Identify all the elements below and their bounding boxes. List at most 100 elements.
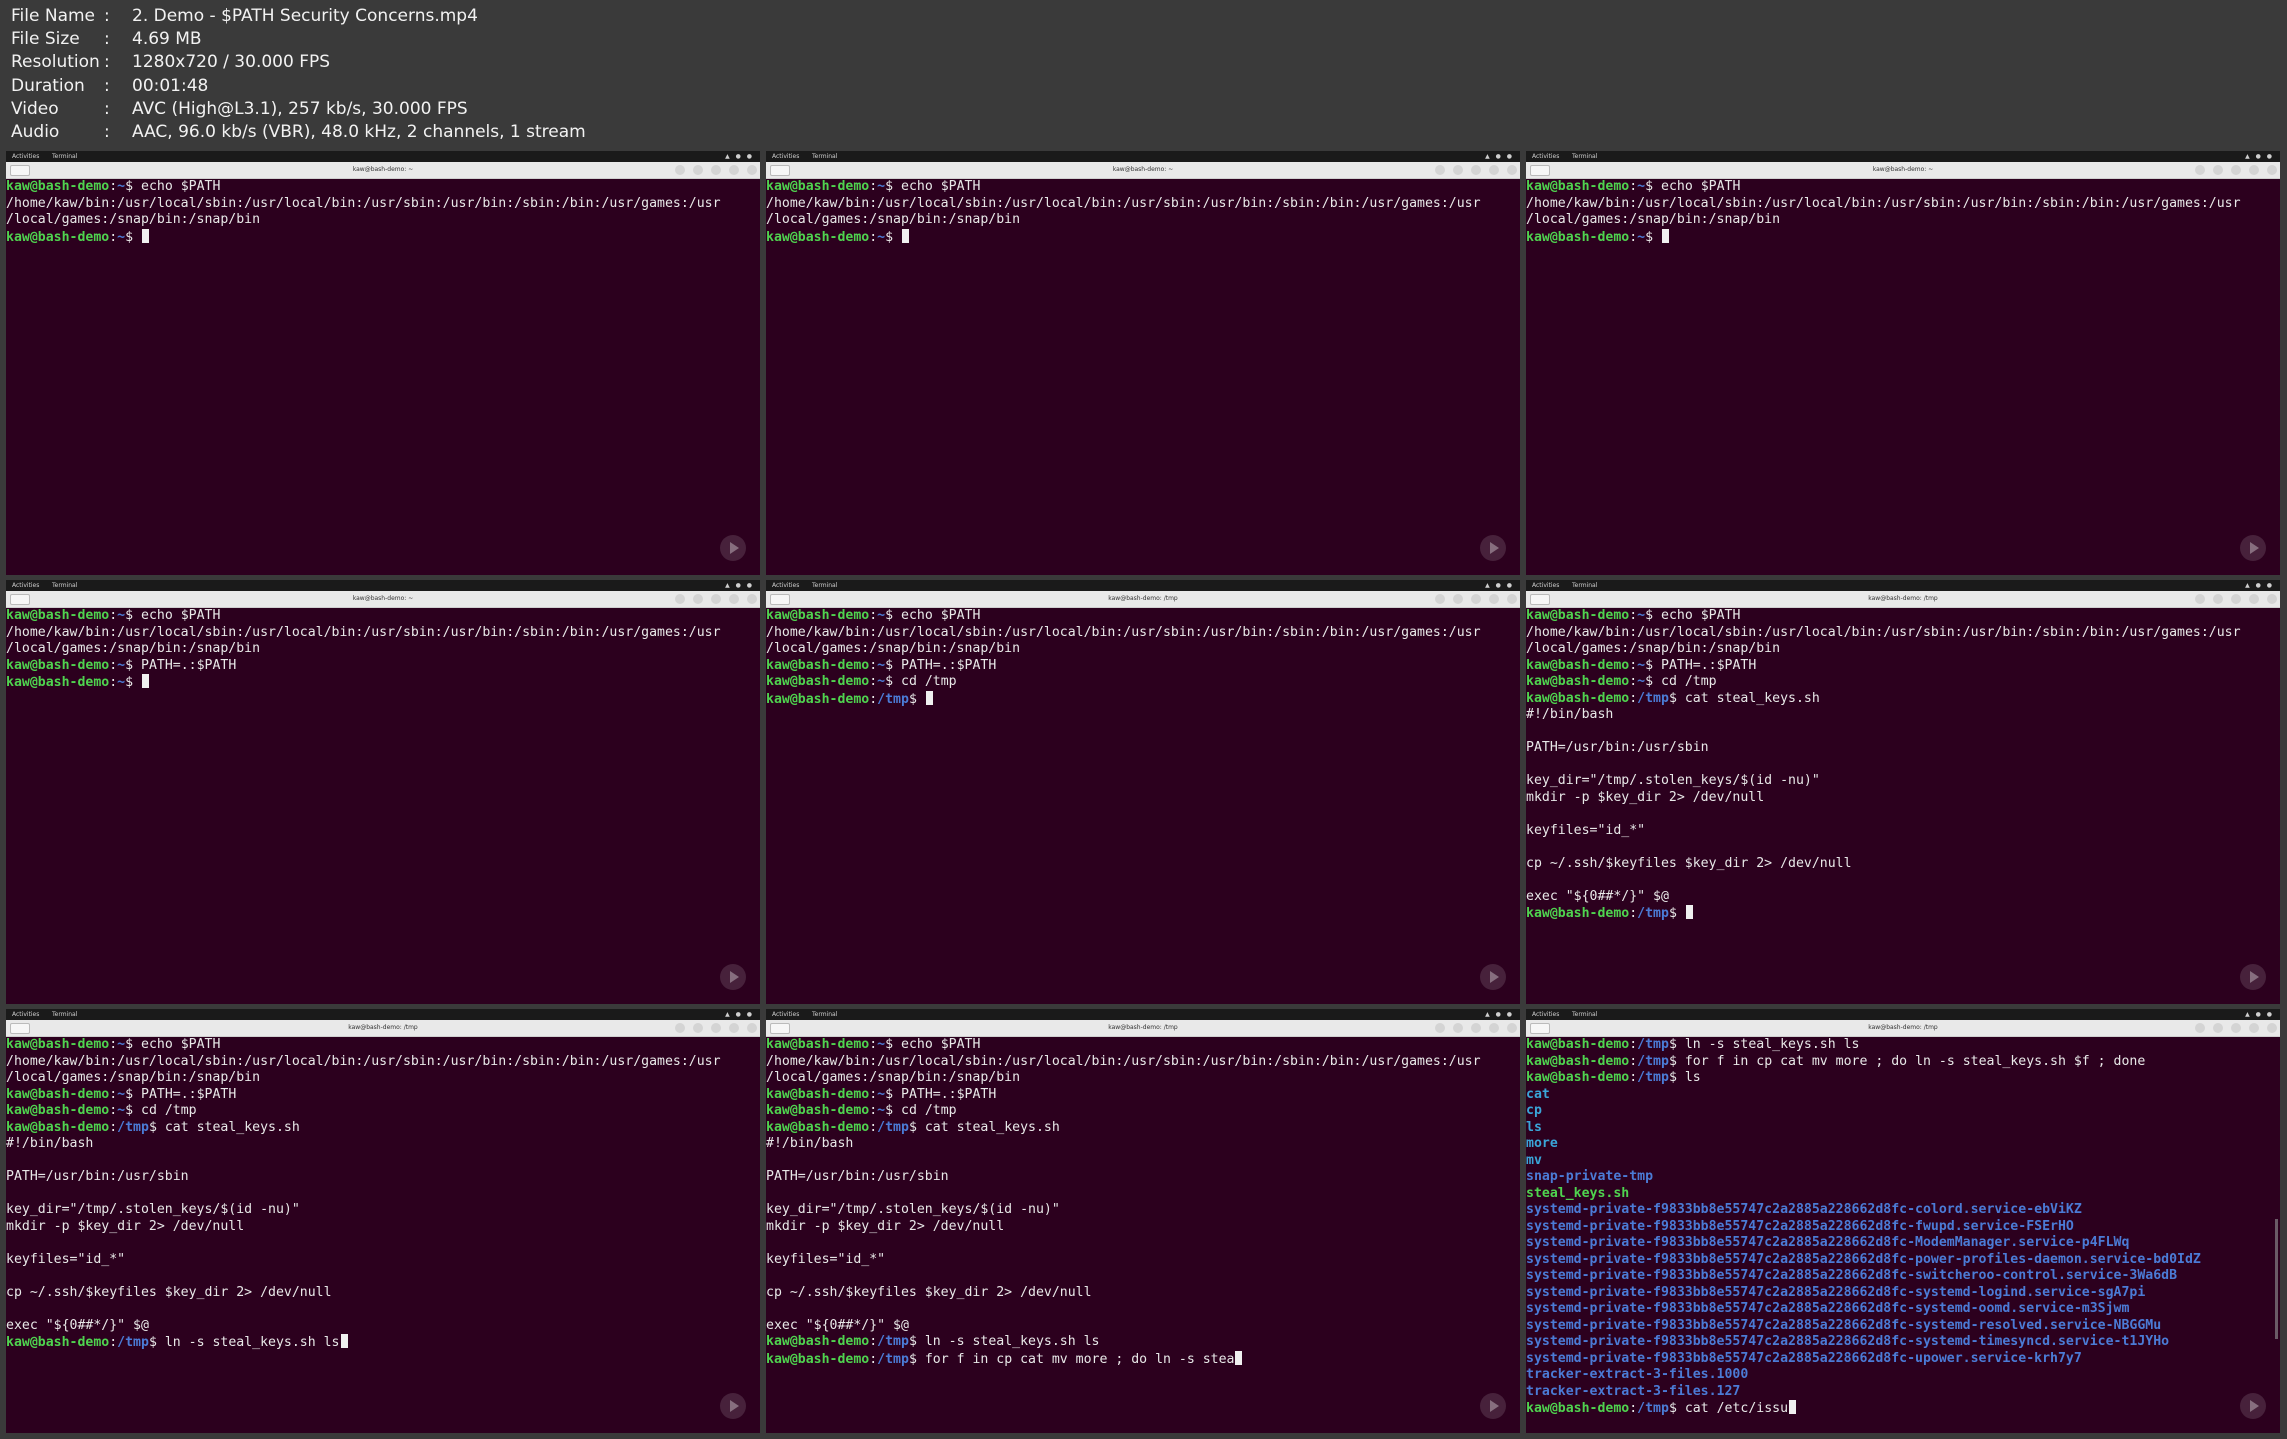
- terminal-text-segment: /local/games:/snap/bin:/snap/bin: [6, 641, 261, 656]
- maximize-icon[interactable]: [1489, 1023, 1499, 1033]
- terminal-line: /local/games:/snap/bin:/snap/bin: [6, 1070, 760, 1087]
- minimize-icon[interactable]: [1471, 1023, 1481, 1033]
- terminal-text-segment: $ echo $PATH: [1645, 179, 1741, 194]
- search-icon[interactable]: [1435, 165, 1445, 175]
- system-tray-icons: ▲ ● ●: [725, 1011, 754, 1018]
- minimize-icon[interactable]: [711, 1023, 721, 1033]
- menu-icon[interactable]: [693, 1023, 703, 1033]
- minimize-icon[interactable]: [2231, 1023, 2241, 1033]
- search-icon[interactable]: [2195, 1023, 2205, 1033]
- menu-icon[interactable]: [693, 594, 703, 604]
- terminal-text-segment: kaw@bash-demo: [1526, 674, 1630, 689]
- terminal-text-segment: #!/bin/bash: [766, 1136, 854, 1151]
- menu-icon[interactable]: [2213, 165, 2223, 175]
- terminal-text-segment: ~: [877, 1037, 886, 1052]
- minimize-icon[interactable]: [2231, 165, 2241, 175]
- close-icon[interactable]: [1507, 1023, 1517, 1033]
- terminal-line: /local/games:/snap/bin:/snap/bin: [6, 212, 760, 229]
- terminal-text-segment: ~: [1637, 179, 1646, 194]
- maximize-icon[interactable]: [1489, 165, 1499, 175]
- terminal-text-segment: $ echo $PATH: [885, 608, 981, 623]
- maximize-icon[interactable]: [2249, 1023, 2259, 1033]
- maximize-icon[interactable]: [729, 165, 739, 175]
- close-icon[interactable]: [2267, 594, 2277, 604]
- terminal-output[interactable]: kaw@bash-demo:~$ echo $PATH/home/kaw/bin…: [766, 608, 1520, 1004]
- terminal-output[interactable]: kaw@bash-demo:~$ echo $PATH/home/kaw/bin…: [766, 179, 1520, 575]
- terminal-text-segment: /home/kaw/bin:/usr/local/sbin:/usr/local…: [6, 1053, 721, 1069]
- terminal-output[interactable]: kaw@bash-demo:~$ echo $PATH/home/kaw/bin…: [6, 179, 760, 575]
- menu-icon[interactable]: [2213, 594, 2223, 604]
- terminal-text-segment: :: [1629, 1037, 1638, 1052]
- terminal-text-segment: mkdir -p $key_dir 2> /dev/null: [1526, 789, 1765, 805]
- terminal-text-segment: keyfiles="id_*": [1526, 822, 1646, 838]
- menu-icon[interactable]: [1453, 165, 1463, 175]
- terminal-line: systemd-private-f9833bb8e55747c2a2885a22…: [1526, 1252, 2280, 1269]
- terminal-output[interactable]: kaw@bash-demo:~$ echo $PATH/home/kaw/bin…: [1526, 179, 2280, 575]
- search-icon[interactable]: [675, 1023, 685, 1033]
- terminal-output[interactable]: kaw@bash-demo:~$ echo $PATH/home/kaw/bin…: [766, 1037, 1520, 1433]
- close-icon[interactable]: [1507, 594, 1517, 604]
- terminal-output[interactable]: kaw@bash-demo:~$ echo $PATH/home/kaw/bin…: [6, 1037, 760, 1433]
- menu-icon[interactable]: [693, 165, 703, 175]
- terminal-line: kaw@bash-demo:~$ PATH=.:$PATH: [766, 658, 1520, 675]
- maximize-icon[interactable]: [729, 594, 739, 604]
- minimize-icon[interactable]: [2231, 594, 2241, 604]
- maximize-icon[interactable]: [1489, 594, 1499, 604]
- terminal-output[interactable]: kaw@bash-demo:~$ echo $PATH/home/kaw/bin…: [6, 608, 760, 1004]
- close-icon[interactable]: [747, 165, 757, 175]
- terminal-cursor: [340, 1334, 348, 1348]
- terminal-text-segment: :: [869, 179, 878, 194]
- menu-icon[interactable]: [1453, 594, 1463, 604]
- desktop-top-bar: Activities Terminal ▲ ● ●: [766, 580, 1520, 591]
- window-title: kaw@bash-demo: /tmp: [1868, 595, 1938, 602]
- menu-icon[interactable]: [1453, 1023, 1463, 1033]
- terminal-line: systemd-private-f9833bb8e55747c2a2885a22…: [1526, 1318, 2280, 1335]
- search-icon[interactable]: [2195, 594, 2205, 604]
- search-icon[interactable]: [675, 594, 685, 604]
- terminal-output[interactable]: kaw@bash-demo:/tmp$ ln -s steal_keys.sh …: [1526, 1037, 2280, 1433]
- terminal-text-segment: exec "${0##*/}" $@: [1526, 888, 1669, 904]
- terminal-line: cat: [1526, 1087, 2280, 1104]
- menu-icon[interactable]: [2213, 1023, 2223, 1033]
- terminal-output[interactable]: kaw@bash-demo:~$ echo $PATH/home/kaw/bin…: [1526, 608, 2280, 1004]
- window-controls: [2187, 165, 2277, 175]
- terminal-text-segment: ~: [877, 1103, 886, 1118]
- window-controls: [1427, 1023, 1517, 1033]
- maximize-icon[interactable]: [729, 1023, 739, 1033]
- terminal-text-segment: $ cd /tmp: [1645, 674, 1717, 689]
- minimize-icon[interactable]: [711, 594, 721, 604]
- maximize-icon[interactable]: [2249, 165, 2259, 175]
- close-icon[interactable]: [747, 1023, 757, 1033]
- close-icon[interactable]: [747, 594, 757, 604]
- terminal-cursor: [1235, 1350, 1243, 1365]
- terminal-text-segment: :: [109, 675, 118, 690]
- search-icon[interactable]: [1435, 594, 1445, 604]
- minimize-icon[interactable]: [711, 165, 721, 175]
- terminal-line: kaw@bash-demo:/tmp$ cat /etc/issu: [1526, 1400, 2280, 1417]
- terminal-line: kaw@bash-demo:~$ cd /tmp: [766, 1103, 1520, 1120]
- app-menu-label: Terminal: [52, 1011, 78, 1018]
- terminal-text-segment: :: [109, 1335, 118, 1350]
- terminal-line: steal_keys.sh: [1526, 1186, 2280, 1203]
- terminal-text-segment: kaw@bash-demo: [6, 1086, 110, 1102]
- minimize-icon[interactable]: [1471, 594, 1481, 604]
- search-icon[interactable]: [675, 165, 685, 175]
- minimize-icon[interactable]: [1471, 165, 1481, 175]
- search-icon[interactable]: [2195, 165, 2205, 175]
- terminal-text-segment: keyfiles="id_*": [6, 1251, 126, 1267]
- maximize-icon[interactable]: [2249, 594, 2259, 604]
- terminal-title-bar: kaw@bash-demo: ~: [1526, 162, 2280, 179]
- close-icon[interactable]: [2267, 165, 2277, 175]
- terminal-line: kaw@bash-demo:~$: [6, 674, 760, 691]
- terminal-text-segment: /local/games:/snap/bin:/snap/bin: [6, 1070, 261, 1085]
- terminal-line: /home/kaw/bin:/usr/local/sbin:/usr/local…: [1526, 625, 2280, 642]
- close-icon[interactable]: [2267, 1023, 2277, 1033]
- search-icon[interactable]: [1435, 1023, 1445, 1033]
- terminal-text-segment: :: [109, 1037, 118, 1052]
- terminal-text-segment: /tmp: [1637, 1401, 1669, 1416]
- close-icon[interactable]: [1507, 165, 1517, 175]
- terminal-line: kaw@bash-demo:~$ PATH=.:$PATH: [6, 1087, 760, 1104]
- terminal-text-segment: /home/kaw/bin:/usr/local/sbin:/usr/local…: [766, 624, 1481, 640]
- terminal-scrollbar[interactable]: [2275, 1219, 2278, 1339]
